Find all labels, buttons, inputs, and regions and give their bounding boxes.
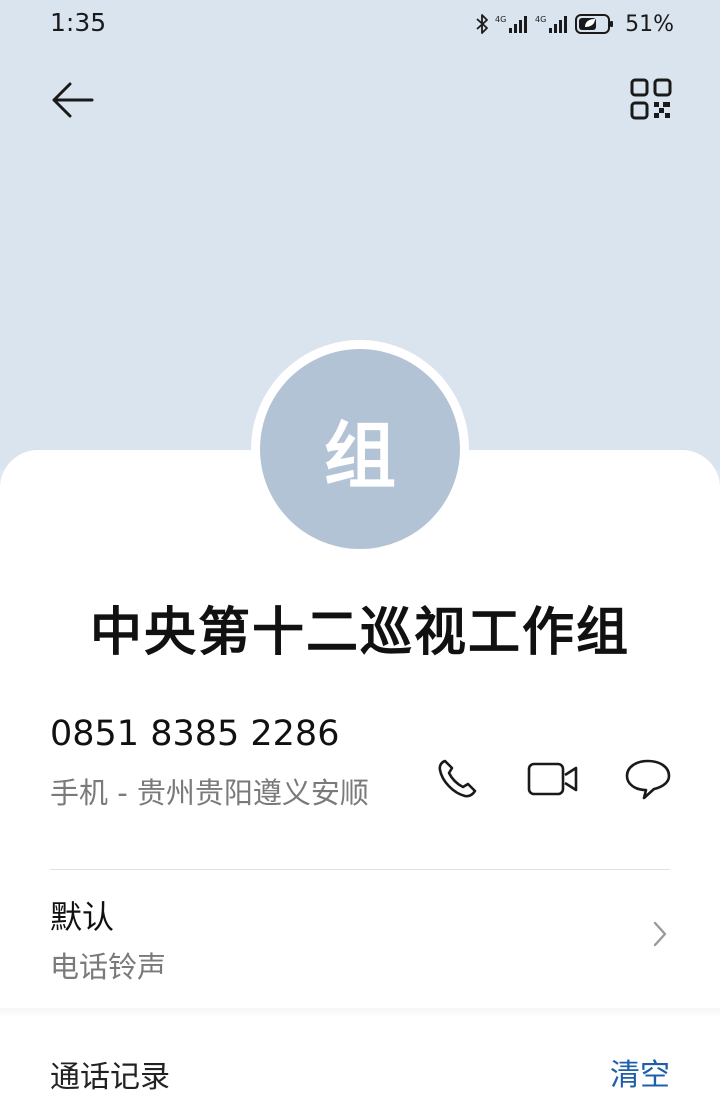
- network-label-2: 4G: [535, 15, 546, 24]
- bluetooth-icon: [475, 13, 489, 35]
- signal-icon: 4G: [495, 13, 529, 35]
- arrow-left-icon: [50, 80, 94, 124]
- video-icon: [527, 761, 579, 801]
- qr-code-button[interactable]: [628, 78, 674, 124]
- battery-saver-icon: [575, 13, 615, 35]
- section-divider: [0, 1008, 720, 1018]
- phone-number[interactable]: 0851 8385 2286: [50, 714, 339, 754]
- divider: [50, 869, 670, 870]
- phone-icon: [435, 757, 479, 805]
- message-icon: [624, 757, 672, 805]
- video-call-button[interactable]: [524, 754, 582, 808]
- back-button[interactable]: [46, 78, 98, 126]
- ringtone-label: 电话铃声: [50, 950, 167, 984]
- network-label-1: 4G: [495, 15, 506, 24]
- chevron-right-icon: [652, 920, 668, 952]
- avatar[interactable]: 组: [260, 349, 460, 549]
- message-button[interactable]: [622, 754, 674, 808]
- battery-percent: 51%: [625, 11, 674, 37]
- call-history-title: 通话记录: [50, 1060, 170, 1095]
- phone-description: 手机 - 贵州贵阳遵义安顺: [50, 776, 369, 810]
- clear-button[interactable]: 清空: [610, 1050, 670, 1094]
- call-button[interactable]: [430, 754, 484, 808]
- qr-code-icon: [630, 78, 672, 124]
- ringtone-row[interactable]: 默认 电话铃声: [0, 880, 720, 990]
- signal-icon: 4G: [535, 13, 569, 35]
- ringtone-value: 默认: [50, 898, 115, 936]
- status-icons: 4G 4G 51%: [475, 10, 674, 38]
- status-time: 1:35: [50, 8, 107, 37]
- status-bar: 1:35 4G 4G 51%: [0, 0, 720, 48]
- contact-name: 中央第十二巡视工作组: [89, 603, 630, 663]
